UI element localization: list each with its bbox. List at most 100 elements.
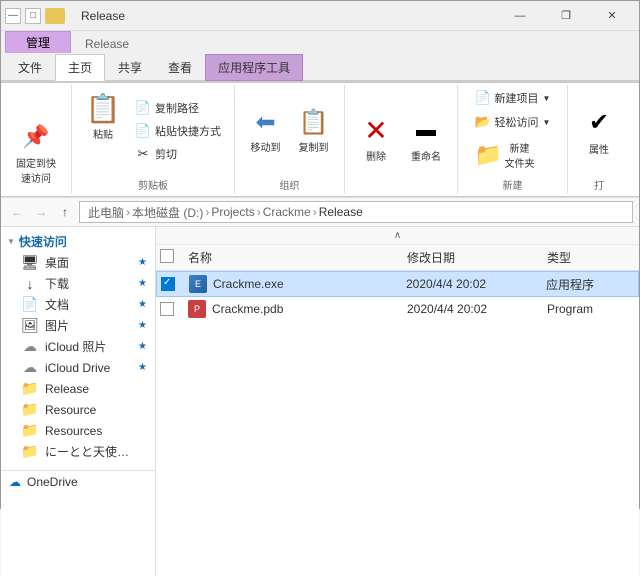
breadcrumb-crackme[interactable]: Crackme xyxy=(263,205,311,219)
breadcrumb-thispc[interactable]: 此电脑 xyxy=(88,204,124,221)
back-button[interactable]: ← xyxy=(7,202,27,222)
paste-shortcut-button[interactable]: 📄 粘贴快捷方式 xyxy=(130,120,226,142)
window-icon-2: □ xyxy=(25,8,41,24)
delete-icon: ✕ xyxy=(360,114,392,146)
move-to-button[interactable]: ⬅ 移动到 xyxy=(244,105,288,157)
tab-home[interactable]: 主页 xyxy=(55,54,105,81)
ribbon-group-properties: ✔ 属性 打 xyxy=(568,85,630,194)
tab-file[interactable]: 文件 xyxy=(5,54,55,81)
delete-label: 删除 xyxy=(366,148,386,163)
icloud-drive-icon: ☁ xyxy=(21,359,39,376)
exe-name-cell: E Crackme.exe xyxy=(181,272,398,296)
move-to-label: 移动到 xyxy=(251,139,281,154)
pdb-filename: Crackme.pdb xyxy=(212,302,283,316)
new-folder-label: 新建文件夹 xyxy=(505,140,535,170)
release-folder-icon: 📁 xyxy=(21,380,39,397)
pdb-type-cell: Program xyxy=(539,299,639,319)
folder-icon-title xyxy=(45,8,65,24)
new-folder-button[interactable]: 📁 新建文件夹 xyxy=(470,135,556,175)
new-item-button[interactable]: 📄 新建项目 ▼ xyxy=(470,87,556,109)
exe-checkbox[interactable] xyxy=(161,277,175,291)
sidebar-quickaccess-header[interactable]: ▼ 快速访问 xyxy=(1,231,155,252)
window-title: Release xyxy=(81,9,497,23)
forward-button[interactable]: → xyxy=(31,202,51,222)
easy-access-arrow: ▼ xyxy=(543,118,551,127)
tab-view[interactable]: 查看 xyxy=(155,54,205,81)
file-list-header: 名称 修改日期 类型 xyxy=(156,245,639,271)
sidebar-item-downloads[interactable]: ↓ 下载 ★ xyxy=(1,273,155,294)
minimize-button[interactable]: — xyxy=(497,1,543,31)
breadcrumb-projects[interactable]: Projects xyxy=(211,205,254,219)
onedrive-icon: ☁ xyxy=(9,475,21,489)
close-button[interactable]: ✕ xyxy=(589,1,635,31)
sidebar-item-release[interactable]: 📁 Release xyxy=(1,378,155,399)
pictures-pin-icon: ★ xyxy=(138,320,147,331)
file-row-crackme-pdb[interactable]: P Crackme.pdb 2020/4/4 20:02 Program xyxy=(156,297,639,322)
properties-button[interactable]: ✔ 属性 xyxy=(576,102,622,161)
sep2: › xyxy=(205,205,209,219)
ribbon-group-delete-rename: ✕ 删除 ▬ 重命名 xyxy=(345,85,458,194)
sidebar-divider xyxy=(1,462,155,466)
pin-label: 固定到快速访问 xyxy=(16,155,56,185)
new-item-icon: 📄 xyxy=(475,90,491,106)
breadcrumb-release[interactable]: Release xyxy=(319,205,363,219)
rename-icon: ▬ xyxy=(410,114,442,146)
ribbon-content: 📌 固定到快速访问 📋 粘贴 📄 复制路径 📄 粘贴快捷方式 xyxy=(1,82,639,197)
move-to-icon: ⬅ xyxy=(255,108,275,137)
sidebar-item-documents[interactable]: 📄 文档 ★ xyxy=(1,294,155,315)
file-row-crackme-exe[interactable]: E Crackme.exe 2020/4/4 20:02 应用程序 xyxy=(156,271,639,297)
copy-path-label: 复制路径 xyxy=(155,100,199,116)
pin-icon: 📌 xyxy=(20,121,52,153)
header-date[interactable]: 修改日期 xyxy=(399,245,539,270)
sidebar-item-pictures[interactable]: 🖼 图片 ★ xyxy=(1,315,155,336)
pdb-type: Program xyxy=(547,302,593,316)
header-type[interactable]: 类型 xyxy=(539,245,639,270)
cut-button[interactable]: ✂ 剪切 xyxy=(130,143,226,165)
pin-button[interactable]: 📌 固定到快速访问 xyxy=(9,116,63,190)
header-date-label: 修改日期 xyxy=(407,251,455,265)
easy-access-button[interactable]: 📂 轻松访问 ▼ xyxy=(470,111,556,133)
tab-apptools[interactable]: 应用程序工具 xyxy=(205,54,303,81)
easy-access-icon: 📂 xyxy=(475,114,491,130)
paste-shortcut-icon: 📄 xyxy=(135,123,151,139)
title-bar: — □ Release — ❐ ✕ xyxy=(1,1,639,31)
header-name[interactable]: 名称 xyxy=(180,245,399,270)
exe-date: 2020/4/4 20:02 xyxy=(406,277,486,291)
copy-to-icon: 📋 xyxy=(299,108,329,137)
new-folder-icon: 📁 xyxy=(477,143,501,167)
sidebar-item-onedrive[interactable]: ☁ OneDrive xyxy=(1,470,155,493)
tab-share[interactable]: 共享 xyxy=(105,54,155,81)
sidebar-item-resources[interactable]: 📁 Resources xyxy=(1,420,155,441)
copy-to-button[interactable]: 📋 复制到 xyxy=(292,105,336,157)
exe-file-icon: E xyxy=(189,275,207,293)
pictures-icon: 🖼 xyxy=(21,317,39,334)
sidebar-item-icloud-photos[interactable]: ☁ iCloud 照片 ★ xyxy=(1,336,155,357)
new-item-arrow: ▼ xyxy=(543,94,551,103)
exe-filename: Crackme.exe xyxy=(213,277,284,291)
release-label: Release xyxy=(45,382,89,396)
paste-button[interactable]: 📋 粘贴 xyxy=(80,87,126,146)
header-checkbox[interactable] xyxy=(160,249,174,263)
ribbon-group-organize: ⬅ 移动到 📋 复制到 组织 xyxy=(235,85,345,194)
breadcrumb-localdisk[interactable]: 本地磁盘 (D:) xyxy=(132,204,203,221)
pdb-checkbox[interactable] xyxy=(160,302,174,316)
up-button[interactable]: ↑ xyxy=(55,202,75,222)
file-list: E Crackme.exe 2020/4/4 20:02 应用程序 P Crac… xyxy=(156,271,639,576)
maximize-button[interactable]: ❐ xyxy=(543,1,589,31)
sidebar-item-icloud-drive[interactable]: ☁ iCloud Drive ★ xyxy=(1,357,155,378)
icloud-photos-icon: ☁ xyxy=(21,338,39,355)
header-name-label: 名称 xyxy=(188,251,212,265)
desktop-icon: 🖥 xyxy=(21,254,39,271)
delete-button[interactable]: ✕ 删除 xyxy=(353,109,399,168)
sidebar-item-desktop[interactable]: 🖥 桌面 ★ xyxy=(1,252,155,273)
ribbon-tab-row: 管理 Release 文件 主页 共享 查看 应用程序工具 xyxy=(1,31,639,82)
rename-button[interactable]: ▬ 重命名 xyxy=(403,109,449,168)
sidebar-item-niito[interactable]: 📁 にーとと天使とえ xyxy=(1,441,155,462)
copy-path-button[interactable]: 📄 复制路径 xyxy=(130,97,226,119)
sidebar-item-resource[interactable]: 📁 Resource xyxy=(1,399,155,420)
address-bar: ← → ↑ 此电脑 › 本地磁盘 (D:) › Projects › Crack… xyxy=(1,197,639,227)
copy-path-icon: 📄 xyxy=(135,100,151,116)
main-area: ▼ 快速访问 🖥 桌面 ★ ↓ 下载 ★ 📄 文档 ★ 🖼 图片 ★ ☁ xyxy=(1,227,639,576)
address-path[interactable]: 此电脑 › 本地磁盘 (D:) › Projects › Crackme › R… xyxy=(79,201,633,223)
pdb-date-cell: 2020/4/4 20:02 xyxy=(399,299,539,319)
